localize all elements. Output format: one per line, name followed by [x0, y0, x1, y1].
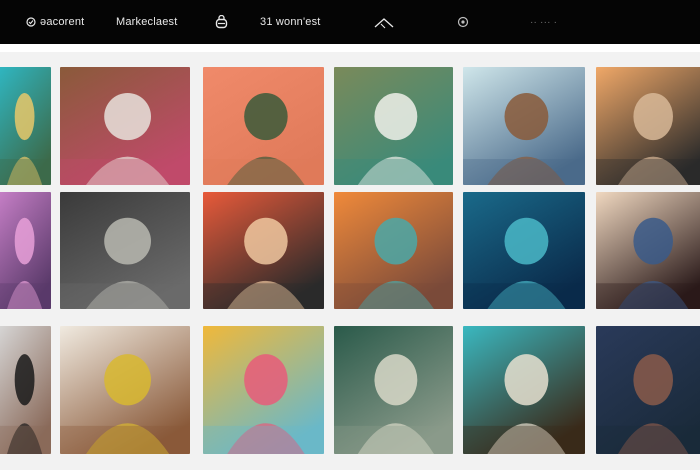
- gallery-tile[interactable]: [463, 192, 585, 309]
- arrow-icon: [373, 14, 395, 30]
- gallery-tile[interactable]: [334, 192, 453, 309]
- nav-item-wanted-label: 31 wonn'est: [260, 16, 321, 28]
- artwork-image: [596, 192, 700, 309]
- nav-item-recent-label: əacorent: [40, 16, 85, 28]
- nav-item-marketplace[interactable]: Markeclaest: [116, 0, 178, 44]
- gallery-tile[interactable]: [0, 326, 51, 454]
- artwork-image: [463, 192, 585, 309]
- nav-item-wanted[interactable]: 31 wonn'est: [260, 0, 321, 44]
- gallery-tile[interactable]: [203, 192, 324, 309]
- artwork-image: [334, 67, 453, 185]
- gallery-tile[interactable]: [60, 326, 190, 454]
- toolbar-strip: [0, 44, 700, 52]
- gallery-tile[interactable]: [0, 67, 51, 185]
- nav-item-marketplace-label: Markeclaest: [116, 16, 178, 28]
- gallery-tile[interactable]: [596, 192, 700, 309]
- gallery-tile[interactable]: [60, 192, 190, 309]
- nav-item-account-label: ·· ··· ·: [530, 16, 558, 28]
- artwork-image: [60, 192, 190, 309]
- nav-item-recent[interactable]: əacorent: [26, 0, 84, 44]
- top-nav-bar: əacorent Markeclaest 31 wonn'est ·· ··· …: [0, 0, 700, 44]
- artwork-image: [334, 192, 453, 309]
- gallery-tile[interactable]: [60, 67, 190, 185]
- artwork-image: [60, 67, 190, 185]
- artwork-image: [0, 192, 51, 309]
- artwork-image: [0, 326, 51, 454]
- artwork-image: [596, 67, 700, 185]
- artwork-image: [203, 67, 324, 185]
- nav-item-settings[interactable]: [457, 0, 469, 44]
- settings-icon: [457, 16, 469, 28]
- gallery-tile[interactable]: [334, 67, 453, 185]
- nav-item-arrow[interactable]: [373, 0, 395, 44]
- gallery-tile[interactable]: [596, 67, 700, 185]
- artwork-image: [0, 67, 51, 185]
- gallery-tile[interactable]: [463, 326, 585, 454]
- artwork-image: [203, 326, 324, 454]
- artwork-image: [596, 326, 700, 454]
- nav-item-bag[interactable]: [215, 0, 228, 44]
- gallery-tile[interactable]: [463, 67, 585, 185]
- artwork-image: [334, 326, 453, 454]
- gallery-tile[interactable]: [203, 326, 324, 454]
- artwork-image: [463, 67, 585, 185]
- gallery-tile[interactable]: [334, 326, 453, 454]
- bag-icon: [215, 15, 228, 29]
- artwork-image: [463, 326, 585, 454]
- gallery-tile[interactable]: [0, 192, 51, 309]
- artwork-image: [60, 326, 190, 454]
- recent-icon: [26, 17, 36, 27]
- gallery-tile[interactable]: [203, 67, 324, 185]
- artwork-image: [203, 192, 324, 309]
- gallery-tile[interactable]: [596, 326, 700, 454]
- nav-item-account[interactable]: ·· ··· ·: [530, 0, 557, 44]
